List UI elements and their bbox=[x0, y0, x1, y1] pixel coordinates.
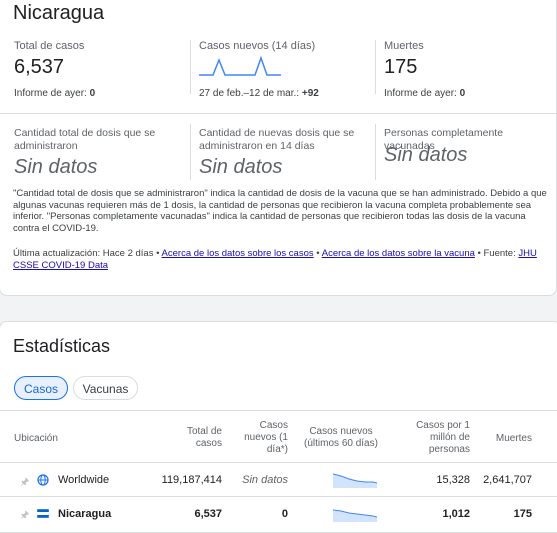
statistics-title: Estadísticas bbox=[13, 336, 111, 356]
total-cases-label: Total de casos bbox=[14, 40, 85, 52]
deaths-yesterday: Informe de ayer: 0 bbox=[384, 88, 466, 99]
globe-icon bbox=[37, 474, 49, 486]
total-cases-cell: 119,187,414 bbox=[161, 474, 222, 486]
divider bbox=[190, 40, 191, 94]
header-total-cases[interactable]: Total de casos bbox=[170, 426, 222, 450]
total-cases-value: 6,537 bbox=[14, 56, 65, 78]
location-name[interactable]: Worldwide bbox=[58, 474, 109, 486]
country-title: Nicaragua bbox=[13, 2, 105, 24]
pin-icon[interactable]: 🖈 bbox=[20, 508, 29, 525]
total-doses-value: Sin datos bbox=[14, 156, 98, 178]
divider bbox=[0, 410, 557, 411]
divider bbox=[0, 462, 557, 463]
new-cases-sparkline bbox=[199, 56, 281, 76]
cases-data-link[interactable]: Acerca de los datos sobre los casos bbox=[162, 248, 314, 259]
new-cases-60-sparkline bbox=[333, 473, 377, 488]
chip-vaccines[interactable]: Vacunas bbox=[73, 376, 138, 400]
chip-cases[interactable]: Casos bbox=[14, 376, 68, 400]
new-doses-label: Cantidad de nuevas dosis que se administ… bbox=[199, 127, 355, 152]
divider bbox=[190, 124, 191, 180]
header-new-cases[interactable]: Casos nuevos (1 día*) bbox=[240, 420, 288, 456]
header-per-million[interactable]: Casos por 1 millón de personas bbox=[410, 420, 470, 456]
statistics-card: Estadísticas Casos Vacunas Ubicación Tot… bbox=[0, 321, 557, 533]
total-cases-cell: 6,537 bbox=[194, 508, 222, 520]
total-cases-yesterday: Informe de ayer: 0 bbox=[14, 88, 96, 99]
header-location[interactable]: Ubicación bbox=[14, 433, 58, 445]
country-overview-card: Nicaragua Total de casos 6,537 Informe d… bbox=[0, 0, 557, 296]
new-cases-60-sparkline bbox=[333, 509, 377, 522]
divider bbox=[375, 40, 376, 94]
deaths-cell: 2,641,707 bbox=[483, 474, 532, 486]
nicaragua-flag-icon bbox=[37, 509, 49, 518]
new-cases-cell: 0 bbox=[281, 508, 288, 520]
new-doses-value: Sin datos bbox=[199, 156, 283, 178]
per-million-cell: 15,328 bbox=[436, 474, 470, 486]
location-name[interactable]: Nicaragua bbox=[58, 508, 111, 520]
total-doses-label: Cantidad total de dosis que se administr… bbox=[14, 127, 156, 152]
header-new-cases-60[interactable]: Casos nuevos (últimos 60 días) bbox=[300, 426, 382, 450]
fully-vaccinated-value: Sin datos bbox=[384, 144, 468, 166]
deaths-label: Muertes bbox=[384, 40, 424, 52]
vaccine-data-link[interactable]: Acerca de los datos sobre la vacuna bbox=[322, 248, 475, 259]
vaccine-note: "Cantidad total de dosis que se administ… bbox=[13, 188, 547, 234]
new-cases-label: Casos nuevos (14 días) bbox=[199, 40, 316, 52]
pin-icon[interactable]: 🖈 bbox=[20, 475, 29, 492]
divider bbox=[0, 113, 556, 114]
new-cases-cell: Sin datos bbox=[242, 474, 288, 486]
per-million-cell: 1,012 bbox=[442, 508, 470, 520]
update-info: Última actualización: Hace 2 días • Acer… bbox=[13, 248, 537, 271]
divider bbox=[375, 124, 376, 180]
divider bbox=[0, 496, 557, 497]
deaths-value: 175 bbox=[384, 56, 418, 78]
header-deaths[interactable]: Muertes bbox=[480, 433, 532, 445]
deaths-cell: 175 bbox=[513, 508, 532, 520]
new-cases-range: 27 de feb.–12 de mar.: +92 bbox=[199, 88, 319, 99]
